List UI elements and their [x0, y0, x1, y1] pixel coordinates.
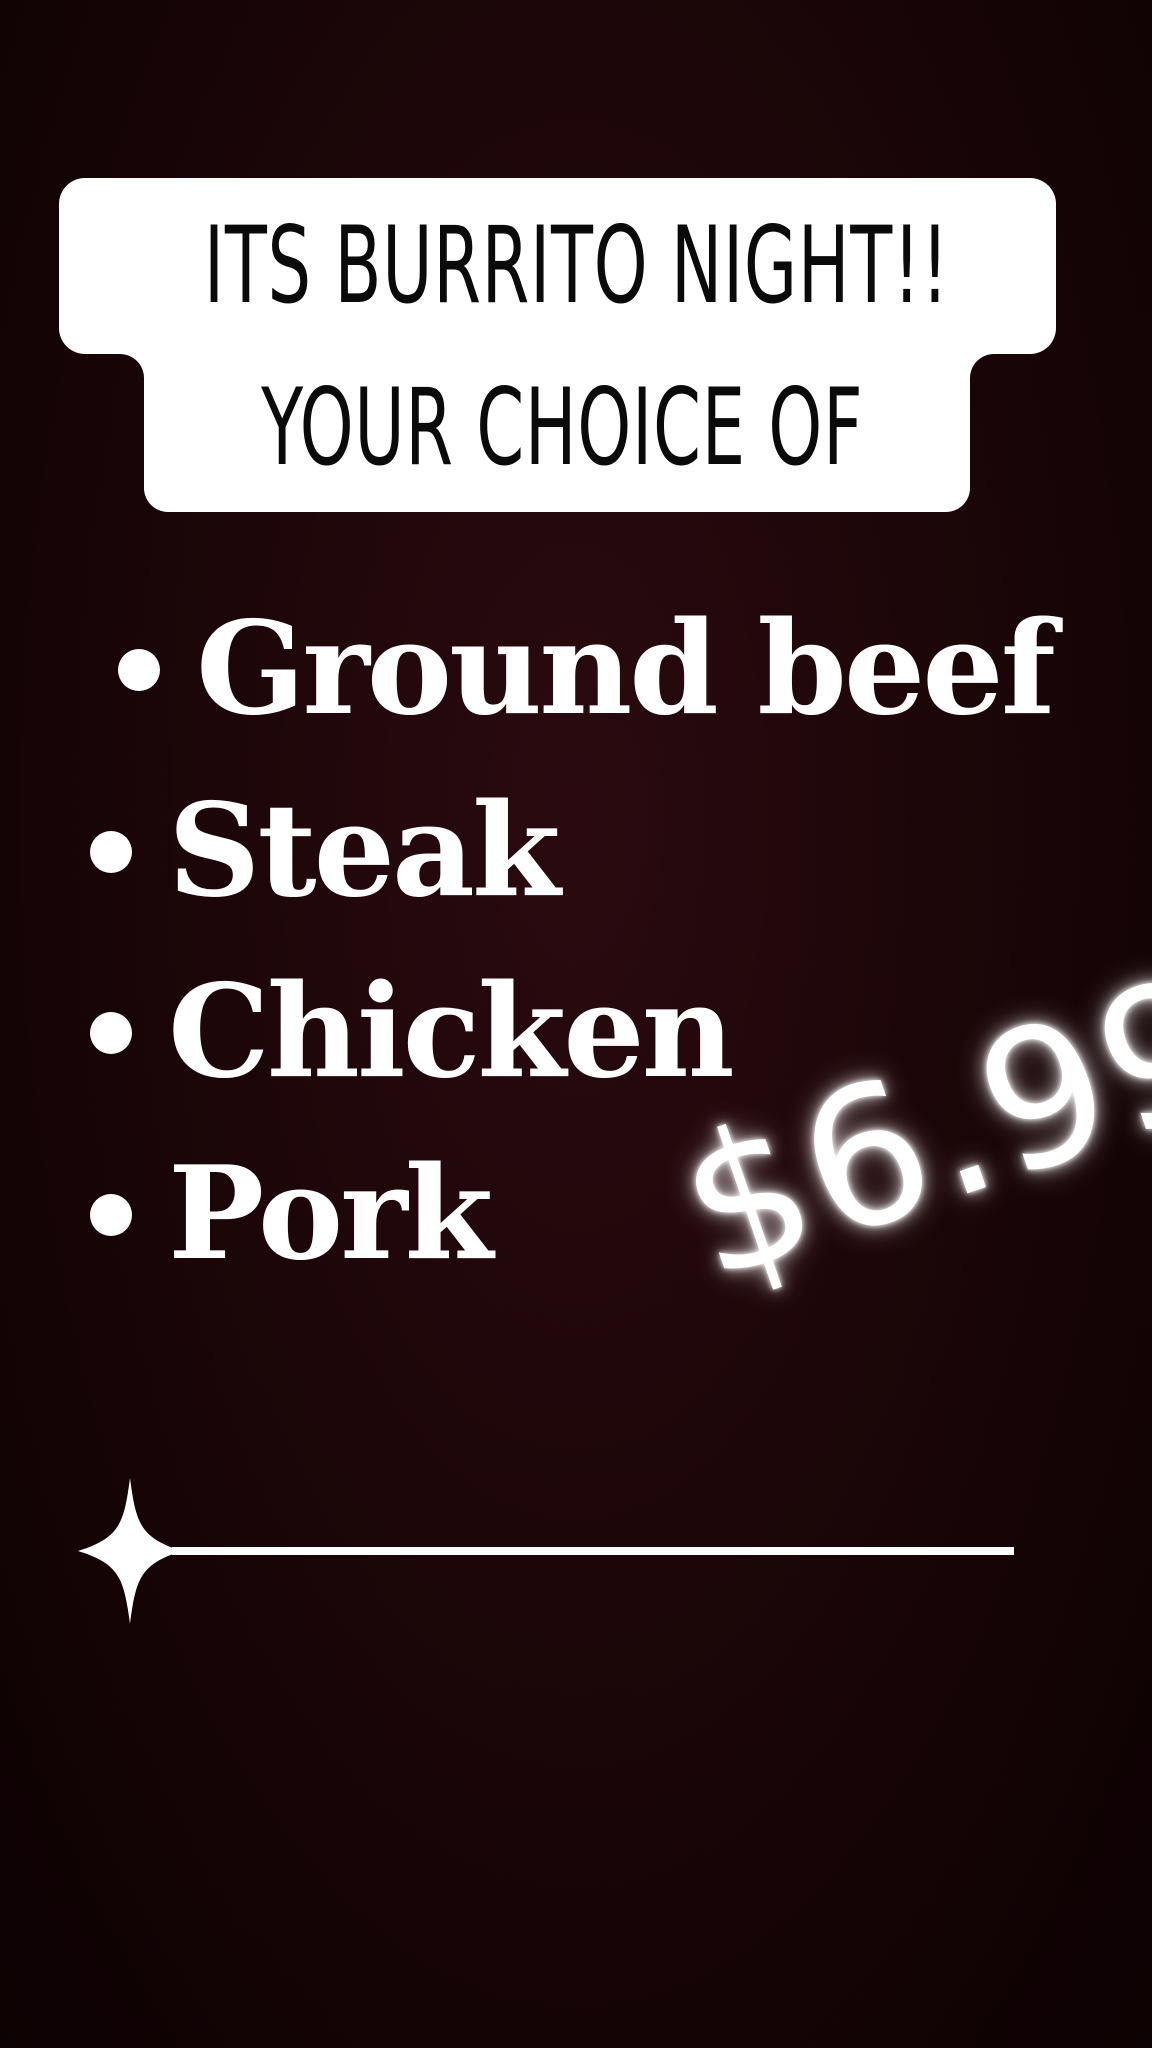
bullet-icon [90, 1194, 132, 1236]
list-item: Steak [90, 787, 561, 915]
list-item: Chicken [90, 968, 735, 1096]
headline-line-1: ITS BURRITO NIGHT!! [59, 178, 1056, 354]
headline-line-2: YOUR CHOICE OF [144, 340, 970, 512]
headline-line-1-text: ITS BURRITO NIGHT!! [203, 204, 950, 327]
menu-item-label: Chicken [168, 957, 735, 1107]
menu-item-label: Steak [168, 776, 561, 926]
bullet-icon [90, 1012, 132, 1054]
divider-line [172, 1547, 1014, 1555]
bullet-icon [90, 831, 132, 873]
menu-item-label: Ground beef [196, 594, 1056, 744]
bullet-icon [118, 649, 160, 691]
price-label: $6.99 [654, 931, 1152, 1324]
list-item: Pork [90, 1150, 493, 1278]
four-point-sparkle-icon [78, 1478, 182, 1624]
headline-line-2-text: YOUR CHOICE OF [261, 366, 864, 489]
divider [78, 1478, 1014, 1624]
list-item: Ground beef [118, 605, 1056, 733]
menu-item-label: Pork [168, 1139, 493, 1289]
